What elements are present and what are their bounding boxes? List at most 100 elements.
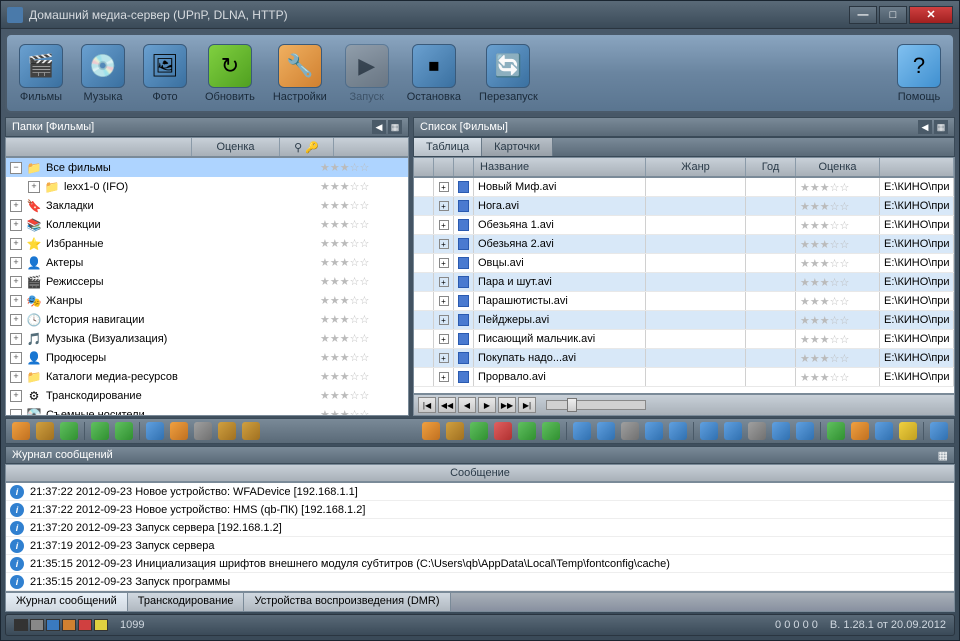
expand-icon[interactable]: + <box>10 295 22 307</box>
row-checkbox[interactable] <box>414 330 434 348</box>
expand-icon[interactable]: + <box>10 238 22 250</box>
prev-button[interactable]: ◀ <box>458 397 476 413</box>
expand-icon[interactable]: + <box>10 257 22 269</box>
refresh-button[interactable]: ↻Обновить <box>205 44 255 103</box>
last-button[interactable]: ▶| <box>518 397 536 413</box>
tree-row[interactable]: +🎵Музыка (Визуализация)★★★☆☆ <box>6 329 408 348</box>
expand-icon[interactable]: + <box>10 390 22 402</box>
expand-icon[interactable]: + <box>10 200 22 212</box>
tool-r-9[interactable] <box>645 422 663 440</box>
music-button[interactable]: 💿Музыка <box>81 44 125 103</box>
tool-r-8[interactable] <box>621 422 639 440</box>
minimize-button[interactable]: — <box>849 6 877 24</box>
row-expand[interactable]: + <box>434 368 454 386</box>
table-row[interactable]: +Пейджеры.avi★★★☆☆E:\КИНО\при <box>414 311 954 330</box>
row-checkbox[interactable] <box>414 178 434 196</box>
expand-icon[interactable]: + <box>10 314 22 326</box>
grid-col-expand[interactable] <box>434 158 454 176</box>
row-checkbox[interactable] <box>414 368 434 386</box>
log-row[interactable]: i21:35:15 2012-09-23 Запуск программы <box>6 573 954 591</box>
tool-r-5[interactable] <box>542 422 560 440</box>
expand-icon[interactable]: − <box>10 162 22 174</box>
tool-r-3[interactable] <box>470 422 488 440</box>
table-row[interactable]: +Обезьяна 2.avi★★★☆☆E:\КИНО\при <box>414 235 954 254</box>
next-button[interactable]: ▶ <box>478 397 496 413</box>
grid-col-name[interactable]: Название <box>474 158 646 176</box>
menu-right-icon[interactable]: ▦ <box>934 120 948 134</box>
first-button[interactable]: |◀ <box>418 397 436 413</box>
tool-icon-5[interactable] <box>115 422 133 440</box>
tool-icon-4[interactable] <box>91 422 109 440</box>
stop-button[interactable]: ⏹Остановка <box>407 44 461 103</box>
slider-thumb[interactable] <box>567 398 577 412</box>
tool-r-17[interactable] <box>851 422 869 440</box>
rewind-button[interactable]: ◀◀ <box>438 397 456 413</box>
table-row[interactable]: +Писающий мальчик.avi★★★☆☆E:\КИНО\при <box>414 330 954 349</box>
tree-row[interactable]: +👤Продюсеры★★★☆☆ <box>6 348 408 367</box>
tab-cards[interactable]: Карточки <box>482 138 553 156</box>
row-expand[interactable]: + <box>434 178 454 196</box>
tree-row[interactable]: 💽Съемные носители★★★☆☆ <box>6 405 408 416</box>
tool-r-11[interactable] <box>700 422 718 440</box>
row-checkbox[interactable] <box>414 197 434 215</box>
tool-r-10[interactable] <box>669 422 687 440</box>
log-tab-transcode[interactable]: Транскодирование <box>128 593 245 611</box>
row-checkbox[interactable] <box>414 216 434 234</box>
tree-row[interactable]: +👤Актеры★★★☆☆ <box>6 253 408 272</box>
row-expand[interactable]: + <box>434 311 454 329</box>
tool-r-18[interactable] <box>930 422 948 440</box>
expand-icon[interactable]: + <box>10 371 22 383</box>
help-button[interactable]: ?Помощь <box>897 44 941 103</box>
row-expand[interactable]: + <box>434 349 454 367</box>
tool-icon-6[interactable] <box>170 422 188 440</box>
seek-slider[interactable] <box>546 400 646 410</box>
maximize-button[interactable]: □ <box>879 6 907 24</box>
tree-row[interactable]: +📚Коллекции★★★☆☆ <box>6 215 408 234</box>
collapse-right-icon[interactable]: ◀ <box>918 120 932 134</box>
tool-r-14[interactable] <box>772 422 790 440</box>
tool-r-1[interactable] <box>422 422 440 440</box>
tree-col-rating[interactable]: Оценка <box>192 138 280 156</box>
log-row[interactable]: i21:37:22 2012-09-23 Новое устройство: W… <box>6 483 954 501</box>
tree-row[interactable]: +📁lexx1-0 (IFO)★★★☆☆ <box>6 177 408 196</box>
table-row[interactable]: +Новый Миф.avi★★★☆☆E:\КИНО\при <box>414 178 954 197</box>
log-row[interactable]: i21:35:15 2012-09-23 Инициализация шрифт… <box>6 555 954 573</box>
tab-table[interactable]: Таблица <box>414 138 482 156</box>
tool-icon-8[interactable] <box>218 422 236 440</box>
row-expand[interactable]: + <box>434 273 454 291</box>
save-icon[interactable] <box>146 422 164 440</box>
grid-col-genre[interactable]: Жанр <box>646 158 746 176</box>
log-tab-journal[interactable]: Журнал сообщений <box>6 593 128 611</box>
row-expand[interactable]: + <box>434 197 454 215</box>
imdb-icon[interactable] <box>899 422 917 440</box>
restart-button[interactable]: 🔄Перезапуск <box>479 44 538 103</box>
expand-icon[interactable]: + <box>10 352 22 364</box>
row-checkbox[interactable] <box>414 235 434 253</box>
tree-row[interactable]: +⚙Транскодирование★★★☆☆ <box>6 386 408 405</box>
tool-icon-1[interactable] <box>12 422 30 440</box>
close-button[interactable]: ✕ <box>909 6 953 24</box>
row-expand[interactable]: + <box>434 330 454 348</box>
tree-body[interactable]: −📁Все фильмы★★★☆☆+📁lexx1-0 (IFO)★★★☆☆+🔖З… <box>5 157 409 416</box>
log-row[interactable]: i21:37:22 2012-09-23 Новое устройство: H… <box>6 501 954 519</box>
row-checkbox[interactable] <box>414 254 434 272</box>
table-row[interactable]: +Покупать надо...avi★★★☆☆E:\КИНО\при <box>414 349 954 368</box>
log-tab-dmr[interactable]: Устройства воспроизведения (DMR) <box>244 593 450 611</box>
tree-col-name[interactable] <box>6 138 192 156</box>
expand-icon[interactable]: + <box>10 219 22 231</box>
tool-r-4[interactable] <box>518 422 536 440</box>
tool-icon-7[interactable] <box>194 422 212 440</box>
photo-button[interactable]: 🖼Фото <box>143 44 187 103</box>
title-bar[interactable]: Домашний медиа-сервер (UPnP, DLNA, HTTP)… <box>1 1 959 29</box>
row-checkbox[interactable] <box>414 349 434 367</box>
expand-icon[interactable]: + <box>28 181 40 193</box>
row-checkbox[interactable] <box>414 292 434 310</box>
tree-col-icons[interactable]: ⚲ 🔑 <box>280 138 334 156</box>
grid-col-icon[interactable] <box>454 158 474 176</box>
table-row[interactable]: +Пара и шут.avi★★★☆☆E:\КИНО\при <box>414 273 954 292</box>
films-button[interactable]: 🎬Фильмы <box>19 44 63 103</box>
tree-row[interactable]: +🎬Режиссеры★★★☆☆ <box>6 272 408 291</box>
log-menu-icon[interactable]: ▦ <box>938 449 948 462</box>
delete-icon[interactable] <box>494 422 512 440</box>
grid-col-check[interactable] <box>414 158 434 176</box>
